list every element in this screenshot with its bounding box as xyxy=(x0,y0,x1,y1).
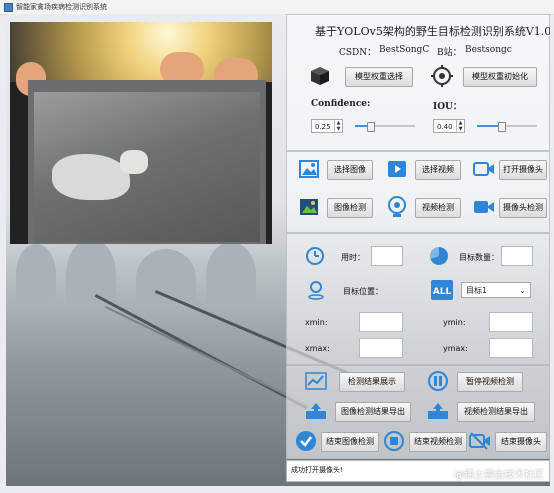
select-video-button[interactable]: 选择视频 xyxy=(415,160,461,180)
ymin-label: ymin: xyxy=(443,318,466,327)
export-icon xyxy=(306,403,326,419)
camera-detect-icon xyxy=(474,201,494,213)
chevron-down-icon: ⌄ xyxy=(519,286,526,295)
iou-label: IOU： xyxy=(433,102,462,112)
checkmark-icon xyxy=(296,431,316,451)
end-camera-button[interactable]: 结束摄像头 xyxy=(495,432,547,452)
camera-view xyxy=(10,22,272,244)
xmax-field xyxy=(359,338,403,358)
xmin-label: xmin: xyxy=(305,318,328,327)
export-image-button[interactable]: 图像检测结果导出 xyxy=(335,402,411,422)
stats-section: 用时： 目标数量： 目标位置： ALL 目标1 ⌄ xmin: ymin: xm… xyxy=(286,233,550,365)
confidence-value: 0.25 xyxy=(315,123,331,131)
bili-value: Bestsongc xyxy=(465,45,512,55)
show-results-button[interactable]: 检测结果展示 xyxy=(339,372,405,392)
image-detect-button[interactable]: 图像检测 xyxy=(327,198,373,218)
ymin-field xyxy=(489,312,533,332)
stop-icon xyxy=(384,431,404,451)
xmin-field xyxy=(359,312,403,332)
window-title: 智能家禽场疾病检测识别系统 xyxy=(16,3,107,11)
export-icon xyxy=(428,403,448,419)
csdn-label: CSDN： xyxy=(339,48,377,58)
status-message: 成功打开摄像头! xyxy=(291,466,343,474)
select-image-button[interactable]: 选择图像 xyxy=(327,160,373,180)
clock-icon xyxy=(306,247,324,265)
cube-icon xyxy=(311,67,329,85)
confidence-slider[interactable] xyxy=(355,122,415,132)
confidence-slider-handle[interactable] xyxy=(367,122,375,132)
end-video-button[interactable]: 结束视频检测 xyxy=(409,432,467,452)
time-label: 用时： xyxy=(341,253,365,262)
pause-video-button[interactable]: 暂停视频检测 xyxy=(457,372,523,392)
video-detect-button[interactable]: 视频检测 xyxy=(415,198,461,218)
spin-arrows[interactable]: ▲ ▼ xyxy=(456,120,464,132)
export-video-button[interactable]: 视频检测结果导出 xyxy=(457,402,535,422)
count-label: 目标数量： xyxy=(459,253,499,262)
time-field xyxy=(371,246,403,266)
confidence-spinbox[interactable]: 0.25 ▲ ▼ xyxy=(311,119,343,133)
all-targets-icon: ALL xyxy=(431,280,453,300)
position-label: 目标位置： xyxy=(343,287,383,296)
image-icon xyxy=(299,160,319,178)
location-icon xyxy=(308,281,324,300)
open-camera-button[interactable]: 打开摄像头 xyxy=(499,160,547,180)
page-title: 基于YOLOv5架构的野生目标检测识别系统V1.0 xyxy=(315,25,550,38)
spin-arrows[interactable]: ▲ ▼ xyxy=(334,120,342,132)
video-detect-icon xyxy=(388,196,406,217)
image-detect-icon xyxy=(300,199,318,215)
pie-chart-icon xyxy=(429,246,448,265)
camera-off-icon xyxy=(469,432,490,450)
pause-icon xyxy=(428,371,448,391)
count-field xyxy=(501,246,533,266)
ymax-field xyxy=(489,338,533,358)
bili-label: B站： xyxy=(437,48,462,58)
iou-value: 0.40 xyxy=(437,123,453,131)
iou-spinbox[interactable]: 0.40 ▲ ▼ xyxy=(433,119,465,133)
camera-icon xyxy=(473,162,494,176)
actions-section: 检测结果展示 暂停视频检测 图像检测结果导出 视频检测结果导出 结束图像检测 结… xyxy=(286,365,550,459)
camera-detect-button[interactable]: 摄像头检测 xyxy=(499,198,547,218)
confidence-label: Confidence: xyxy=(311,99,371,109)
app-icon xyxy=(4,3,13,12)
model-section: 基于YOLOv5架构的野生目标检测识别系统V1.0 CSDN： BestSong… xyxy=(286,14,550,151)
end-image-button[interactable]: 结束图像检测 xyxy=(321,432,379,452)
init-weights-button[interactable]: 模型权重初始化 xyxy=(463,67,537,87)
input-section: 选择图像 选择视频 打开摄像头 图像检测 视频检测 摄像头检测 xyxy=(286,151,550,233)
target-select-value: 目标1 xyxy=(466,286,488,295)
main-window: 基于YOLOv5架构的野生目标检测识别系统V1.0 CSDN： BestSong… xyxy=(6,14,550,486)
line-chart-icon xyxy=(305,372,327,390)
control-panel: 基于YOLOv5架构的野生目标检测识别系统V1.0 CSDN： BestSong… xyxy=(286,14,550,484)
target-icon xyxy=(431,65,453,87)
video-file-icon xyxy=(388,161,406,177)
ymax-label: ymax: xyxy=(443,344,468,353)
csdn-value: BestSongC xyxy=(379,45,430,55)
target-select[interactable]: 目标1 ⌄ xyxy=(461,282,531,298)
svg-text:ALL: ALL xyxy=(433,287,452,297)
xmax-label: xmax: xyxy=(305,344,330,353)
iou-slider-handle[interactable] xyxy=(498,122,506,132)
title-bar: 智能家禽场疾病检测识别系统 xyxy=(0,0,554,15)
iou-slider[interactable] xyxy=(477,122,537,132)
select-weights-button[interactable]: 模型权重选择 xyxy=(345,67,413,87)
watermark: @稀土掘金技术社区 xyxy=(454,470,544,481)
